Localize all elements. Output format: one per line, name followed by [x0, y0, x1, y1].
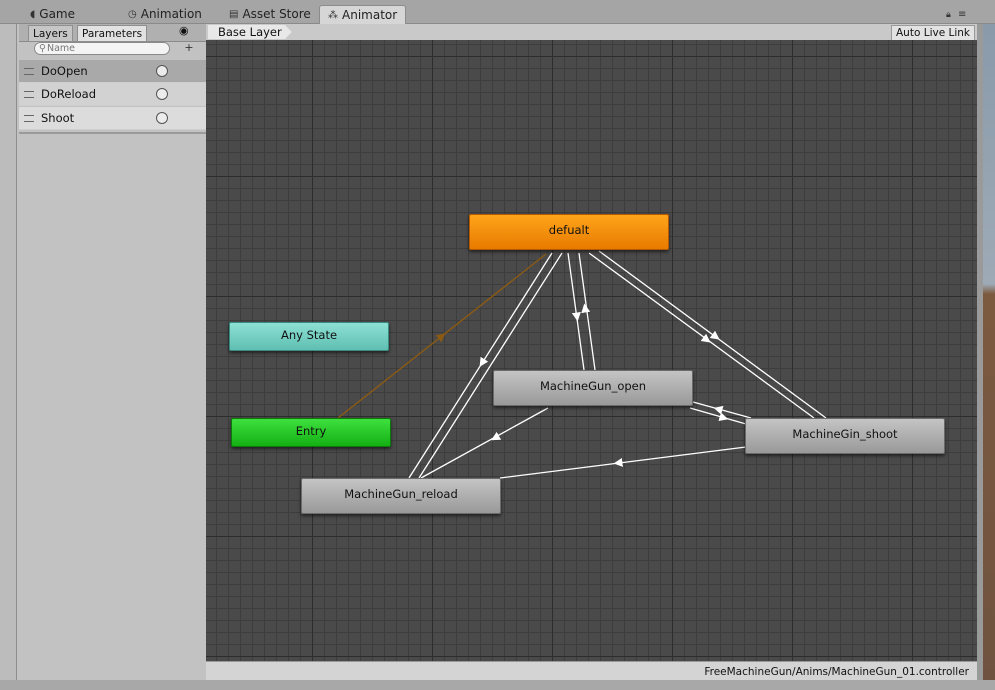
- bag-icon: ▤: [229, 8, 239, 20]
- tab-label: Animator: [342, 8, 398, 22]
- tab-layers[interactable]: Layers: [28, 25, 73, 42]
- state-machinegun-reload[interactable]: MachineGun_reload: [301, 478, 501, 514]
- divider: [19, 132, 206, 134]
- bottom-bar: [0, 680, 995, 690]
- tab-game[interactable]: ◖ Game: [22, 5, 83, 23]
- panel-tabs: Layers Parameters ◉: [19, 24, 206, 42]
- tab-animator[interactable]: ⁂ Animator: [319, 5, 407, 24]
- trigger-toggle[interactable]: [156, 88, 168, 100]
- breadcrumb[interactable]: Base Layer: [208, 25, 292, 39]
- parameter-row[interactable]: Shoot: [19, 107, 206, 130]
- search-placeholder: Name: [46, 43, 75, 54]
- animator-toolbar: [206, 24, 977, 41]
- drag-handle-icon[interactable]: [24, 90, 34, 98]
- animator-icon: ⁂: [328, 9, 338, 21]
- search-icon: ⚲: [39, 43, 46, 54]
- parameter-name: DoOpen: [41, 64, 88, 78]
- tab-label: Asset Store: [242, 7, 311, 21]
- state-default[interactable]: defualt: [469, 214, 669, 250]
- pacman-icon: ◖: [30, 8, 36, 20]
- state-machinegun-open[interactable]: MachineGun_open: [493, 370, 693, 406]
- transition-reload-default[interactable]: [418, 252, 563, 479]
- state-any-state[interactable]: Any State: [229, 322, 389, 351]
- state-entry[interactable]: Entry: [231, 418, 391, 447]
- scene-view-preview: [983, 24, 995, 680]
- parameter-row[interactable]: DoReload: [19, 83, 206, 106]
- transition-open-shoot[interactable]: [692, 401, 752, 419]
- lock-icon[interactable]: 🔒︎: [946, 10, 951, 20]
- search-input[interactable]: ⚲ Name: [34, 42, 170, 55]
- parameter-name: Shoot: [41, 111, 75, 125]
- status-bar: FreeMachineGun/Anims/MachineGun_01.contr…: [206, 661, 977, 681]
- drag-handle-icon[interactable]: [24, 114, 34, 122]
- tab-label: Game: [39, 7, 76, 21]
- transition-open-reload[interactable]: [420, 407, 549, 479]
- transition-shoot-reload[interactable]: [499, 446, 747, 479]
- tab-parameters[interactable]: Parameters: [77, 25, 148, 42]
- controller-path: FreeMachineGun/Anims/MachineGun_01.contr…: [704, 666, 969, 678]
- eye-icon[interactable]: ◉: [179, 24, 189, 37]
- tab-asset-store[interactable]: ▤ Asset Store: [221, 5, 319, 23]
- transition-default-reload[interactable]: [408, 252, 553, 479]
- transition-shoot-open[interactable]: [689, 407, 747, 425]
- auto-live-link-button[interactable]: Auto Live Link: [891, 25, 975, 41]
- state-machinegun-shoot[interactable]: MachineGin_shoot: [745, 418, 945, 454]
- window-tab-bar: ◖ Game ◷ Animation ▤ Asset Store ⁂ Anima…: [0, 0, 995, 24]
- parameter-name: DoReload: [41, 87, 97, 101]
- parameters-panel: Layers Parameters ◉ ⚲ Name + DoOpen DoRe…: [19, 24, 207, 680]
- trigger-toggle[interactable]: [156, 65, 168, 77]
- parameter-row[interactable]: DoOpen: [19, 60, 206, 83]
- drag-handle-icon[interactable]: [24, 67, 34, 75]
- menu-icon[interactable]: ≡: [958, 9, 966, 20]
- clock-icon: ◷: [128, 8, 137, 20]
- trigger-toggle[interactable]: [156, 112, 168, 124]
- tab-animation[interactable]: ◷ Animation: [120, 5, 210, 23]
- add-parameter-button[interactable]: +: [182, 41, 196, 55]
- tab-label: Animation: [140, 7, 202, 21]
- left-panel-strip: [0, 24, 17, 690]
